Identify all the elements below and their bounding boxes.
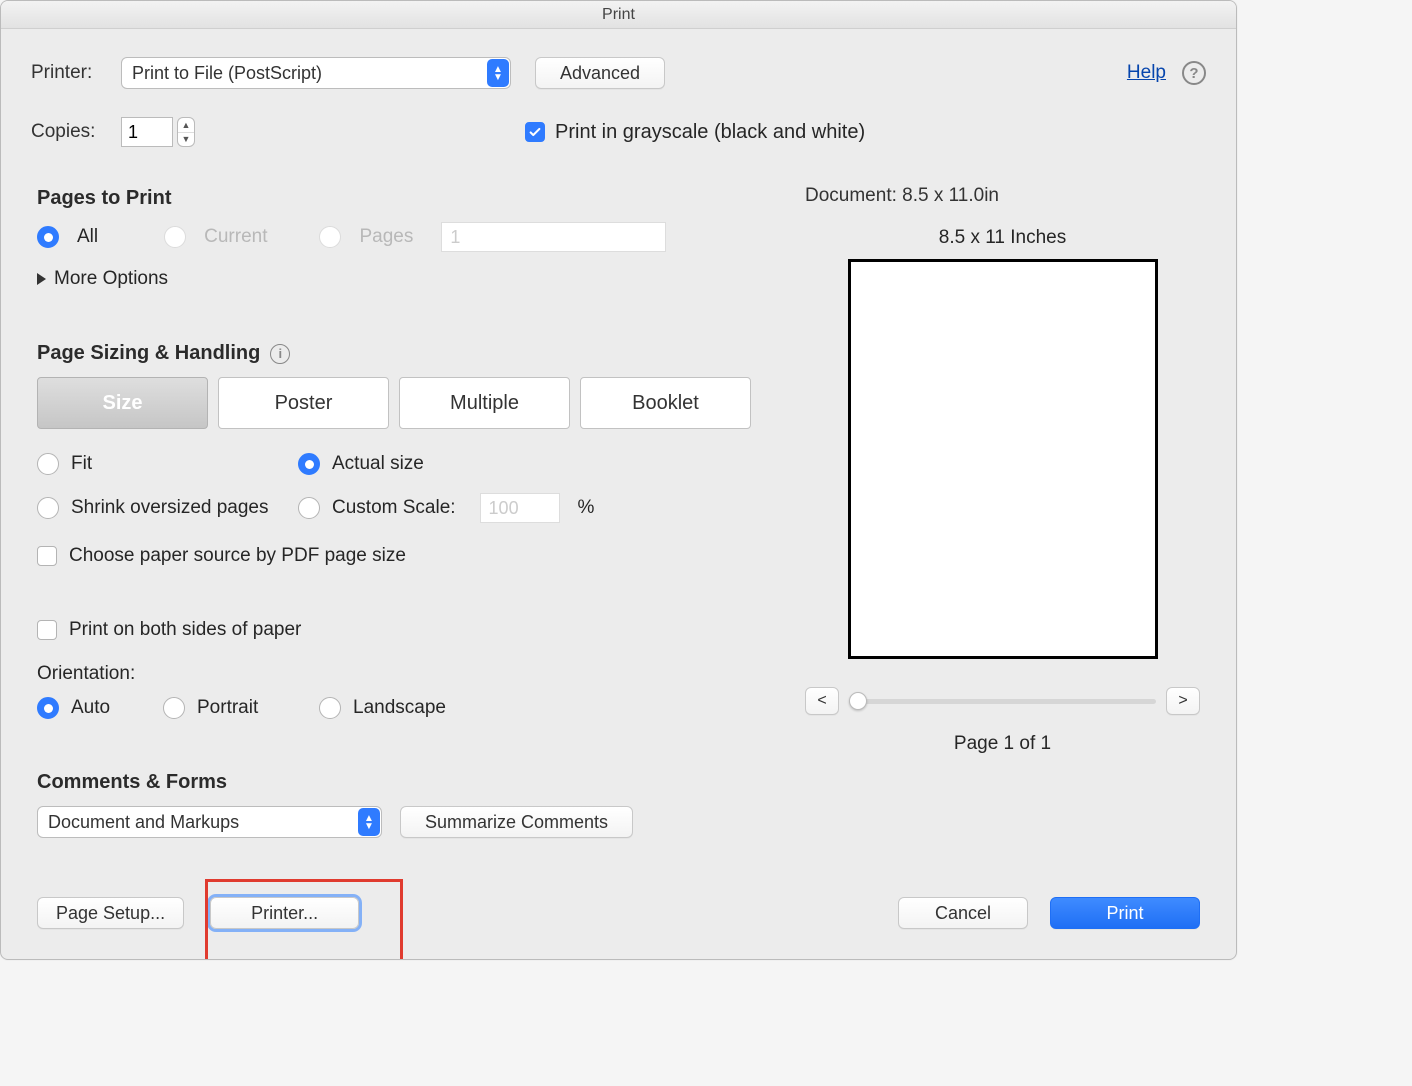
radio-custom-scale-label: Custom Scale: xyxy=(332,497,456,519)
print-button[interactable]: Print xyxy=(1050,897,1200,929)
comments-heading: Comments & Forms xyxy=(37,771,751,794)
pages-heading: Pages to Print xyxy=(37,187,751,210)
orientation-label: Orientation: xyxy=(37,663,751,685)
sizing-heading: Page Sizing & Handling i xyxy=(37,342,751,365)
radio-pages-label: Pages xyxy=(359,226,413,248)
radio-actual[interactable] xyxy=(298,453,320,475)
radio-current[interactable] xyxy=(164,226,186,248)
radio-landscape-label: Landscape xyxy=(353,697,446,719)
page-counter: Page 1 of 1 xyxy=(954,733,1051,755)
page-setup-button[interactable]: Page Setup... xyxy=(37,897,184,929)
radio-fit-label: Fit xyxy=(71,453,286,475)
radio-all[interactable] xyxy=(37,226,59,248)
panel-pages: Pages to Print All Current Pages xyxy=(19,171,769,306)
printer-select[interactable]: Print to File (PostScript) xyxy=(121,57,511,89)
print-dialog: Print Printer: Print to File (PostScript… xyxy=(0,0,1237,960)
more-options-toggle[interactable]: More Options xyxy=(37,268,751,290)
seg-multiple[interactable]: Multiple xyxy=(399,377,570,429)
paper-source-label: Choose paper source by PDF page size xyxy=(69,545,406,567)
radio-shrink[interactable] xyxy=(37,497,59,519)
panel-preview: Document: 8.5 x 11.0in 8.5 x 11 Inches <… xyxy=(787,171,1218,775)
percent-label: % xyxy=(578,497,595,519)
copies-input[interactable] xyxy=(121,117,173,147)
copies-stepper[interactable]: ▲ ▼ xyxy=(177,117,195,147)
updown-icon: ▲▼ xyxy=(487,59,509,87)
seg-booklet[interactable]: Booklet xyxy=(580,377,751,429)
printer-button[interactable]: Printer... xyxy=(210,897,359,929)
disclosure-triangle-icon xyxy=(37,273,46,285)
radio-pages[interactable] xyxy=(319,226,341,248)
radio-current-label: Current xyxy=(204,226,267,248)
window-title: Print xyxy=(1,1,1236,29)
panel-comments: Comments & Forms Document and Markups ▲▼… xyxy=(19,755,769,858)
radio-actual-label: Actual size xyxy=(332,453,424,475)
grayscale-label: Print in grayscale (black and white) xyxy=(555,121,865,144)
radio-all-label: All xyxy=(77,226,98,248)
document-dimensions: Document: 8.5 x 11.0in xyxy=(805,185,999,207)
both-sides-label: Print on both sides of paper xyxy=(69,619,301,641)
sizing-segmented: Size Poster Multiple Booklet xyxy=(37,377,751,429)
panel-both-sides: Print on both sides of paper Orientation… xyxy=(19,603,769,735)
more-options-label: More Options xyxy=(54,268,168,290)
page-slider[interactable] xyxy=(849,699,1156,704)
grayscale-checkbox[interactable] xyxy=(525,122,545,142)
page-preview xyxy=(848,259,1158,659)
advanced-button[interactable]: Advanced xyxy=(535,57,665,89)
updown-icon: ▲▼ xyxy=(358,808,380,836)
seg-size[interactable]: Size xyxy=(37,377,208,429)
radio-custom-scale[interactable] xyxy=(298,497,320,519)
paper-source-checkbox[interactable] xyxy=(37,546,57,566)
info-icon[interactable]: i xyxy=(270,344,290,364)
radio-auto-label: Auto xyxy=(71,697,151,719)
radio-shrink-label: Shrink oversized pages xyxy=(71,497,286,519)
comments-select[interactable]: Document and Markups xyxy=(37,806,382,838)
summarize-button[interactable]: Summarize Comments xyxy=(400,806,633,838)
chevron-down-icon[interactable]: ▼ xyxy=(178,133,194,147)
page-dimensions: 8.5 x 11 Inches xyxy=(939,227,1066,249)
help-link[interactable]: Help xyxy=(1127,62,1166,84)
seg-poster[interactable]: Poster xyxy=(218,377,389,429)
cancel-button[interactable]: Cancel xyxy=(898,897,1028,929)
pages-range-input xyxy=(441,222,666,252)
slider-thumb[interactable] xyxy=(849,692,867,710)
help-icon[interactable]: ? xyxy=(1182,61,1206,85)
radio-fit[interactable] xyxy=(37,453,59,475)
prev-page-button[interactable]: < xyxy=(805,687,839,715)
panel-sizing: Page Sizing & Handling i Size Poster Mul… xyxy=(19,326,769,583)
radio-portrait-label: Portrait xyxy=(197,697,307,719)
chevron-up-icon[interactable]: ▲ xyxy=(178,118,194,133)
custom-scale-input xyxy=(480,493,560,523)
radio-portrait[interactable] xyxy=(163,697,185,719)
printer-label: Printer: xyxy=(31,62,121,84)
radio-landscape[interactable] xyxy=(319,697,341,719)
copies-label: Copies: xyxy=(31,121,121,143)
both-sides-checkbox[interactable] xyxy=(37,620,57,640)
next-page-button[interactable]: > xyxy=(1166,687,1200,715)
radio-auto[interactable] xyxy=(37,697,59,719)
